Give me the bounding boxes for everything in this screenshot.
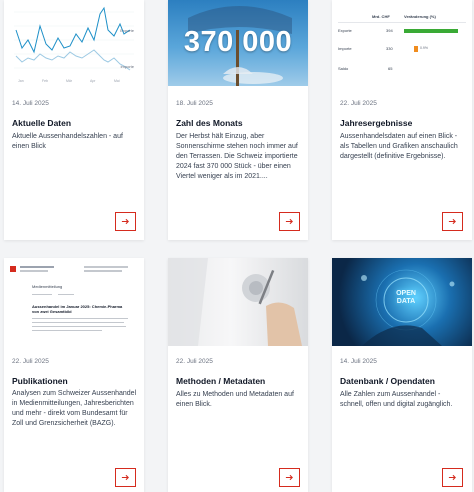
open-arrow-button[interactable] [442,212,463,231]
open-arrow-button[interactable] [442,468,463,487]
arrow-right-icon [448,474,456,481]
document-thumbnail: Medienmitteilung Aussenhandel im Januar … [4,258,144,348]
arrow-right-icon [121,218,129,225]
x-tick: Mär [66,79,73,83]
open-arrow-button[interactable] [279,468,300,487]
card-aktuelle-daten[interactable]: Exporte Importe Jan Feb Mär Apr Mai 14. … [4,0,144,240]
row-change: 0.9% [420,46,428,50]
card-datenbank-opendaten[interactable]: OPEN DATA 14. Juli 2025 Datenbank / Open… [332,258,472,492]
card-date: 14. Juli 2025 [12,100,49,107]
table-row-saldo: Saldo 65 [338,66,466,74]
doc-heading: Medienmitteilung [32,284,63,289]
row-value: 394 [386,28,393,33]
card-title: Jahresergebnisse [340,118,413,128]
card-description: Alle Zahlen zum Aussenhandel - schnell, … [340,391,453,408]
export-line [15,6,131,54]
chart-thumbnail: Exporte Importe Jan Feb Mär Apr Mai [4,0,144,92]
card-description: Der Herbst hält Einzug, aber Sonnenschir… [176,133,298,180]
table-col-header-1: Mrd. CHF [372,14,390,19]
row-bar [414,46,418,52]
card-description: Alles zu Methoden und Metadaten auf eine… [176,391,294,408]
row-label: Saldo [338,66,349,71]
open-arrow-button[interactable] [115,212,136,231]
cards-grid: Exporte Importe Jan Feb Mär Apr Mai 14. … [0,0,474,492]
table-row-importe: Importe 330 0.9% [338,46,466,54]
arrow-right-icon [448,218,456,225]
x-tick: Jan [18,79,24,83]
x-tick: Apr [90,79,96,83]
card-date: 22. Juli 2025 [176,358,213,365]
legend-importe: Importe [120,64,134,69]
x-tick: Feb [42,79,48,83]
table-col-header-2: Veränderung (%) [404,14,436,19]
umbrella-image: 370 000 [168,0,308,86]
card-description: Analysen zum Schweizer Aussenhandel in M… [12,390,137,427]
table-thumbnail: Mrd. CHF Veränderung (%) Exporte 394 Imp… [332,0,472,92]
open-arrow-button[interactable] [115,468,136,487]
card-title: Zahl des Monats [176,118,243,128]
import-line [15,49,131,71]
hand-illustration [168,258,302,346]
card-zahl-des-monats[interactable]: 370 000 18. Juli 2025 Zahl des Monats De… [168,0,308,240]
card-title: Aktuelle Daten [12,118,72,128]
row-value: 65 [388,66,393,71]
card-date: 18. Juli 2025 [176,100,213,107]
methods-image [168,258,308,346]
doc-headline: Aussenhandel im Januar 2025: Chemie-Phar… [32,304,123,314]
open-arrow-button[interactable] [279,212,300,231]
card-jahresergebnisse[interactable]: Mrd. CHF Veränderung (%) Exporte 394 Imp… [332,0,472,240]
row-bar [404,29,458,33]
card-publikationen[interactable]: Medienmitteilung Aussenhandel im Januar … [4,258,144,492]
card-date: 22. Juli 2025 [12,358,49,365]
card-title: Publikationen [12,376,68,386]
arrow-right-icon [285,474,293,481]
card-title: Methoden / Metadaten [176,376,266,386]
card-date: 22. Juli 2025 [340,100,377,107]
row-label: Importe [338,46,352,51]
open-data-badge: OPEN DATA [396,290,416,305]
line-chart-thumbnail: Exporte Importe Jan Feb Mär Apr Mai [14,6,135,83]
card-title: Datenbank / Opendaten [340,376,435,386]
big-number: 370 000 [183,26,293,58]
card-description: Aussenhandelsdaten auf einen Blick - als… [340,133,458,160]
row-value: 330 [386,46,393,51]
open-data-image: OPEN DATA [332,258,472,346]
card-date: 14. Juli 2025 [340,358,377,365]
legend-exporte: Exporte [120,28,135,33]
arrow-right-icon [285,218,293,225]
card-methoden-metadaten[interactable]: 22. Juli 2025 Methoden / Metadaten Alles… [168,258,308,492]
card-description: Aktuelle Aussenhandelszahlen - auf einen… [12,133,123,150]
arrow-right-icon [121,474,129,481]
swiss-flag-icon [10,266,16,272]
x-tick: Mai [114,79,120,83]
row-label: Exporte [338,28,352,33]
table-row-exporte: Exporte 394 [338,28,466,36]
